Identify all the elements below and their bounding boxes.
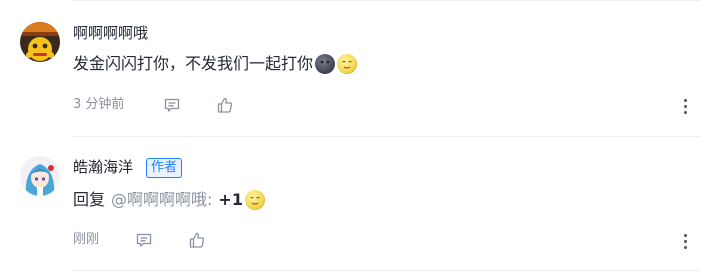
- moon-face-emoji: [337, 54, 358, 74]
- dark-moon-emoji: [315, 54, 336, 74]
- avatar-image: [20, 22, 60, 62]
- comment-text: +1: [218, 190, 243, 209]
- avatar-image: [20, 156, 60, 196]
- username[interactable]: 皓瀚海洋: [73, 157, 133, 177]
- comment-item: 皓瀚海洋 作者 回复 @啊啊啊啊哦: +1 刚刚: [0, 136, 720, 272]
- comment-time: 3 分钟前: [73, 97, 125, 112]
- mention-link[interactable]: @啊啊啊啊哦:: [111, 189, 212, 211]
- reply-button[interactable]: [161, 94, 183, 116]
- like-button[interactable]: [186, 229, 208, 251]
- avatar[interactable]: [20, 156, 60, 196]
- comment-content: 回复 @啊啊啊啊哦: +1: [73, 189, 265, 211]
- avatar[interactable]: [20, 22, 60, 62]
- comment-time: 刚刚: [73, 232, 100, 247]
- thumbs-up-icon: [189, 232, 205, 248]
- reply-prefix: 回复: [73, 190, 106, 209]
- comment-content: 发金闪闪打你，不发我们一起打你: [73, 53, 358, 75]
- comment-text: 发金闪闪打你，不发我们一起打你: [73, 54, 314, 73]
- more-vertical-icon[interactable]: [677, 230, 693, 252]
- username[interactable]: 啊啊啊啊哦: [73, 23, 148, 43]
- author-badge: 作者: [146, 158, 183, 178]
- more-vertical-icon[interactable]: [677, 95, 693, 117]
- comment-item: 啊啊啊啊哦 发金闪闪打你，不发我们一起打你 3 分钟前: [0, 0, 720, 136]
- divider-bottom: [72, 270, 700, 271]
- reply-button[interactable]: [133, 229, 155, 251]
- thumbs-up-icon: [217, 97, 233, 113]
- comment-icon: [136, 233, 152, 247]
- moon-face-emoji: [244, 190, 265, 210]
- comment-icon: [164, 98, 180, 112]
- like-button[interactable]: [214, 94, 236, 116]
